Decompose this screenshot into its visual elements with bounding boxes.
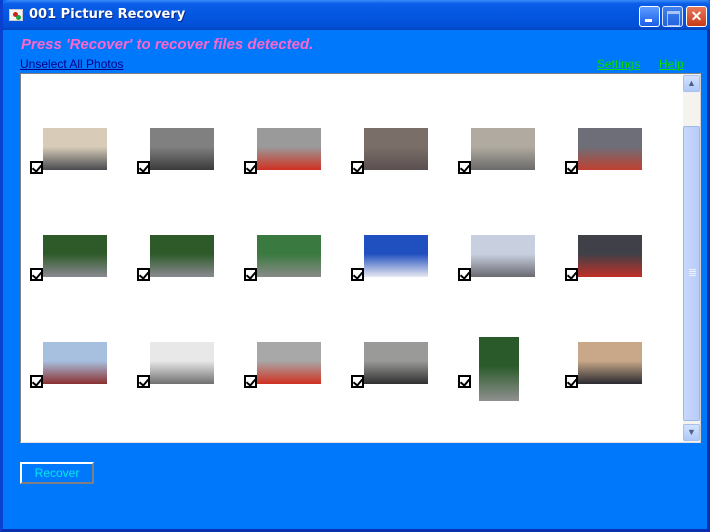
scroll-down-button[interactable]: ▼ — [683, 424, 700, 441]
settings-link[interactable]: Settings — [597, 57, 640, 71]
app-window: 001 Picture Recovery ✕ Press 'Recover' t… — [0, 0, 710, 532]
photo-checkbox[interactable] — [458, 375, 471, 388]
chevron-up-icon: ▲ — [687, 78, 696, 88]
photo-item[interactable] — [235, 256, 335, 388]
title-bar[interactable]: 001 Picture Recovery ✕ — [3, 0, 710, 30]
close-icon: ✕ — [690, 8, 703, 24]
unselect-all-link[interactable]: Unselect All Photos — [20, 57, 123, 71]
minimize-button[interactable] — [639, 6, 660, 27]
close-button[interactable]: ✕ — [686, 6, 707, 27]
photo-item[interactable] — [556, 256, 656, 388]
photo-item[interactable] — [449, 256, 549, 401]
photo-thumbnail[interactable] — [257, 342, 321, 384]
photo-thumbnail[interactable] — [364, 342, 428, 384]
scroll-up-button[interactable]: ▲ — [683, 75, 700, 92]
photo-checkbox[interactable] — [565, 375, 578, 388]
chevron-down-icon: ▼ — [687, 427, 696, 437]
window-title: 001 Picture Recovery — [29, 7, 186, 22]
photo-thumbnail[interactable] — [578, 342, 642, 384]
instruction-text: Press 'Recover' to recover files detecte… — [21, 36, 314, 53]
photo-checkbox[interactable] — [351, 375, 364, 388]
photo-item[interactable] — [21, 363, 121, 442]
photo-thumbnail[interactable] — [479, 337, 519, 401]
app-icon — [9, 9, 23, 21]
vertical-scrollbar[interactable]: ▲ ▼ — [683, 74, 700, 442]
photo-thumbnail[interactable] — [150, 342, 214, 384]
grip-icon — [689, 269, 696, 277]
photo-item[interactable] — [128, 256, 228, 388]
recover-button[interactable]: Recover — [20, 462, 94, 484]
maximize-button[interactable] — [662, 6, 683, 27]
help-link[interactable]: Help — [659, 57, 684, 71]
photo-gallery: ▲ ▼ — [20, 73, 701, 443]
photo-checkbox[interactable] — [244, 375, 257, 388]
scrollbar-thumb[interactable] — [683, 126, 700, 421]
photo-checkbox[interactable] — [137, 375, 150, 388]
photo-item[interactable] — [342, 256, 442, 388]
